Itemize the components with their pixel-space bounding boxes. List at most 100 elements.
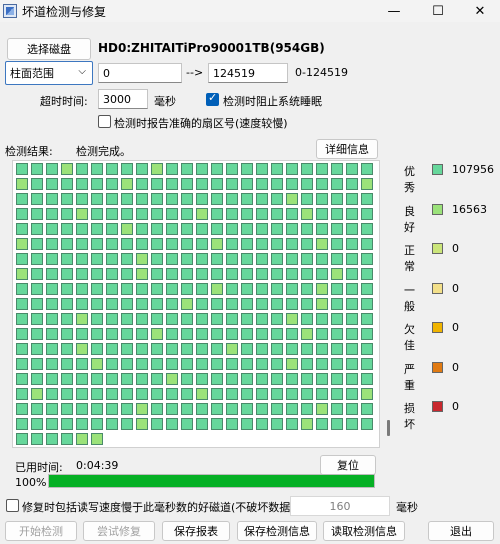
disk-block bbox=[16, 358, 28, 370]
disk-block bbox=[151, 163, 163, 175]
report-sector-checkbox[interactable] bbox=[98, 115, 111, 128]
disk-block bbox=[316, 178, 328, 190]
disk-block bbox=[346, 193, 358, 205]
disk-block bbox=[166, 208, 178, 220]
disk-block bbox=[256, 328, 268, 340]
disk-block bbox=[361, 388, 373, 400]
disk-block bbox=[31, 358, 43, 370]
disk-block bbox=[196, 253, 208, 265]
disk-block bbox=[31, 403, 43, 415]
disk-block bbox=[166, 163, 178, 175]
disk-block bbox=[151, 223, 163, 235]
exit-button[interactable]: 退出 bbox=[428, 521, 494, 541]
disk-block bbox=[166, 223, 178, 235]
repair-threshold-input[interactable]: 160 bbox=[290, 496, 390, 516]
timeout-input[interactable]: 3000 bbox=[98, 89, 148, 109]
disk-block bbox=[46, 373, 58, 385]
disk-block bbox=[121, 328, 133, 340]
disk-block bbox=[166, 253, 178, 265]
disk-block bbox=[301, 208, 313, 220]
disk-block bbox=[271, 403, 283, 415]
load-scan-info-button[interactable]: 读取检测信息 bbox=[323, 521, 405, 541]
reset-button[interactable]: 复位 bbox=[320, 455, 376, 475]
disk-block bbox=[61, 178, 73, 190]
disk-block bbox=[121, 373, 133, 385]
disk-block bbox=[271, 358, 283, 370]
disk-block bbox=[271, 328, 283, 340]
legend-count: 0 bbox=[452, 242, 459, 255]
range-start-input[interactable]: 0 bbox=[98, 63, 182, 83]
disk-block bbox=[46, 298, 58, 310]
disk-block bbox=[346, 298, 358, 310]
prevent-sleep-checkbox[interactable] bbox=[206, 91, 219, 106]
disk-block bbox=[226, 253, 238, 265]
disk-block bbox=[316, 343, 328, 355]
disk-block bbox=[76, 298, 88, 310]
disk-block bbox=[286, 373, 298, 385]
disk-block bbox=[286, 178, 298, 190]
disk-block bbox=[256, 163, 268, 175]
disk-block bbox=[166, 193, 178, 205]
disk-block bbox=[256, 283, 268, 295]
try-repair-button[interactable]: 尝试修复 bbox=[83, 521, 155, 541]
disk-block bbox=[256, 193, 268, 205]
disk-block bbox=[241, 418, 253, 430]
disk-block bbox=[166, 418, 178, 430]
disk-block bbox=[301, 388, 313, 400]
close-button[interactable]: ✕ bbox=[458, 0, 500, 22]
disk-block bbox=[256, 388, 268, 400]
results-label: 检测结果: bbox=[5, 145, 53, 158]
elapsed-value: 0:04:39 bbox=[76, 459, 119, 472]
repair-threshold-unit: 毫秒 bbox=[396, 501, 418, 514]
disk-block bbox=[256, 403, 268, 415]
disk-block bbox=[166, 328, 178, 340]
disk-block bbox=[106, 163, 118, 175]
disk-block bbox=[91, 193, 103, 205]
disk-block bbox=[286, 253, 298, 265]
legend-swatch bbox=[432, 243, 443, 254]
disk-block bbox=[136, 358, 148, 370]
start-scan-button[interactable]: 开始检测 bbox=[5, 521, 77, 541]
disk-block bbox=[181, 253, 193, 265]
maximize-button[interactable]: ☐ bbox=[416, 0, 460, 22]
details-button[interactable]: 详细信息 bbox=[316, 139, 378, 159]
minimize-button[interactable]: — bbox=[372, 0, 416, 22]
disk-block bbox=[106, 298, 118, 310]
disk-block bbox=[16, 208, 28, 220]
disk-block bbox=[286, 313, 298, 325]
legend-count: 0 bbox=[452, 281, 459, 295]
disk-block bbox=[196, 208, 208, 220]
disk-block bbox=[106, 193, 118, 205]
repair-include-checkbox[interactable] bbox=[6, 499, 19, 512]
range-mode-select[interactable]: 柱面范围 ⌵ bbox=[5, 61, 93, 85]
disk-block bbox=[106, 283, 118, 295]
save-report-button[interactable]: 保存报表 bbox=[162, 521, 230, 541]
disk-block bbox=[181, 313, 193, 325]
disk-block bbox=[121, 178, 133, 190]
select-disk-button[interactable]: 选择磁盘 bbox=[7, 38, 91, 60]
disk-block bbox=[361, 313, 373, 325]
disk-block bbox=[106, 238, 118, 250]
legend-label: 损坏 bbox=[404, 402, 415, 431]
disk-block bbox=[31, 298, 43, 310]
disk-block bbox=[181, 418, 193, 430]
disk-block bbox=[106, 313, 118, 325]
disk-block bbox=[16, 313, 28, 325]
disk-block bbox=[16, 253, 28, 265]
disk-block bbox=[271, 298, 283, 310]
disk-block bbox=[271, 163, 283, 175]
title-bar: 坏道检测与修复 — ☐ ✕ bbox=[0, 0, 500, 22]
disk-block bbox=[331, 208, 343, 220]
disk-block bbox=[106, 388, 118, 400]
disk-block bbox=[241, 328, 253, 340]
disk-block bbox=[196, 313, 208, 325]
disk-block bbox=[121, 253, 133, 265]
disk-block bbox=[241, 193, 253, 205]
disk-block bbox=[76, 313, 88, 325]
disk-block bbox=[16, 238, 28, 250]
disk-block bbox=[286, 403, 298, 415]
scrollbar-thumb[interactable] bbox=[387, 420, 390, 436]
disk-block bbox=[211, 283, 223, 295]
save-scan-info-button[interactable]: 保存检测信息 bbox=[237, 521, 317, 541]
range-end-input[interactable]: 124519 bbox=[208, 63, 288, 83]
